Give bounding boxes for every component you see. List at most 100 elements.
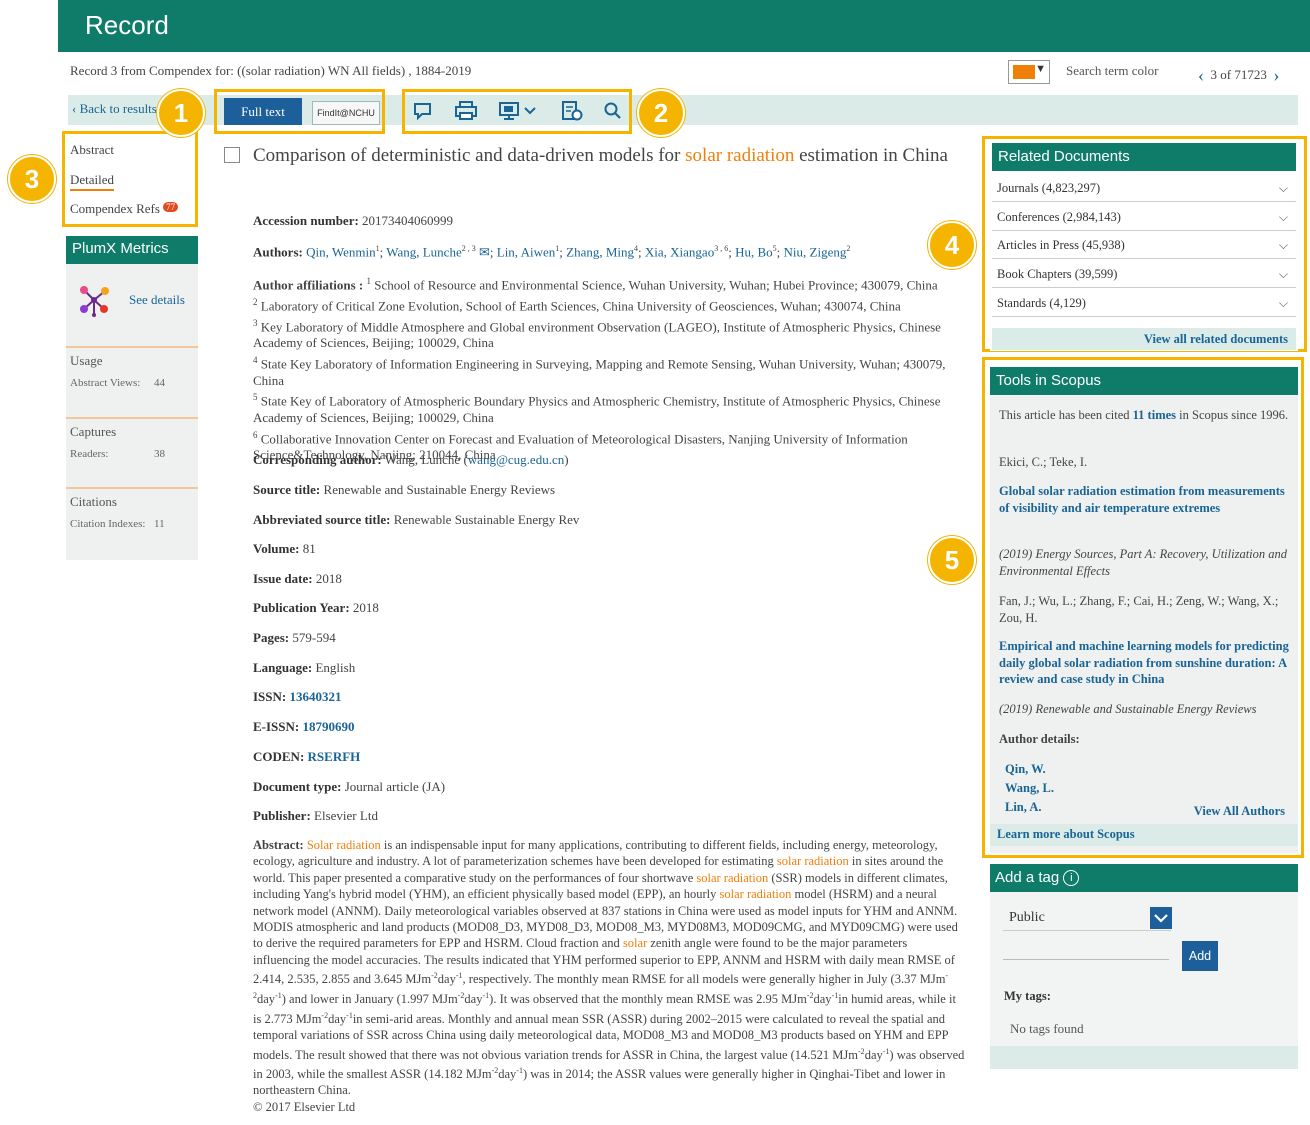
cited-doc-title-link[interactable]: Empirical and machine learning models fo… bbox=[999, 638, 1291, 688]
pages-field: Pages: 579-594 bbox=[253, 630, 336, 646]
info-icon[interactable]: i bbox=[1063, 870, 1080, 886]
select-value: Public bbox=[1009, 910, 1045, 925]
tools-title: Tools in Scopus bbox=[990, 367, 1298, 395]
field-value: 579-594 bbox=[292, 630, 336, 645]
abstract-segment: day bbox=[437, 972, 456, 987]
related-documents-title: Related Documents bbox=[992, 143, 1296, 171]
aff-num: 5 bbox=[253, 392, 258, 403]
view-all-authors-link[interactable]: View All Authors bbox=[1150, 803, 1285, 820]
callout-badge-2: 2 bbox=[637, 89, 685, 137]
author-sup: 2 , 3 bbox=[461, 244, 476, 253]
pager: ‹ 3 of 71723 › bbox=[1198, 63, 1279, 85]
cited-doc-source: (2019) Energy Sources, Part A: Recovery,… bbox=[999, 547, 1288, 578]
author-link[interactable]: Zhang, Ming bbox=[566, 244, 634, 259]
authors-field: Authors: Qin, Wenmin1; Wang, Lunche2 , 3… bbox=[253, 244, 851, 260]
field-label: Issue date: bbox=[253, 571, 313, 586]
related-row-articles-in-press[interactable]: Articles in Press (45,938) ⌵ bbox=[992, 231, 1296, 259]
cited-times-link[interactable]: 11 times bbox=[1133, 408, 1176, 422]
cited-pre: This article has been cited bbox=[999, 408, 1133, 422]
caret-down-icon: ▼ bbox=[1035, 63, 1046, 75]
nav-refs-label: Compendex Refs bbox=[70, 201, 160, 216]
authors-label: Authors: bbox=[253, 244, 303, 260]
my-tags-label: My tags: bbox=[1004, 989, 1051, 1003]
field-label: Abbreviated source title: bbox=[253, 512, 391, 527]
next-record-icon[interactable]: › bbox=[1273, 65, 1279, 85]
superscript: -2 bbox=[431, 971, 438, 981]
tag-input[interactable] bbox=[1003, 959, 1169, 960]
volume-field: Volume: 81 bbox=[253, 541, 316, 557]
title-text: Comparison of deterministic and data-dri… bbox=[253, 145, 686, 166]
author-link[interactable]: Niu, Zigeng bbox=[784, 244, 847, 259]
source-title-field: Source title: Renewable and Sustainable … bbox=[253, 482, 555, 498]
affiliation-text: Laboratory of Critical Zone Evolution, S… bbox=[260, 298, 901, 314]
author-sup: 2 bbox=[846, 244, 851, 253]
corresponding-close: ) bbox=[564, 452, 569, 467]
author-sup: 1 bbox=[375, 244, 380, 253]
issn-link[interactable]: 13640321 bbox=[290, 689, 342, 704]
back-to-results-link[interactable]: ‹ Back to results bbox=[72, 101, 157, 117]
select-record-checkbox[interactable] bbox=[224, 147, 240, 163]
chevron-down-icon[interactable] bbox=[1150, 907, 1172, 929]
color-swatch bbox=[1013, 65, 1035, 79]
related-row-label: Book Chapters (39,599) bbox=[997, 267, 1118, 281]
field-label: Volume: bbox=[253, 541, 300, 556]
coden-link[interactable]: RSERFH bbox=[308, 749, 361, 764]
plumx-panel: See details Usage Abstract Views: 44 Cap… bbox=[66, 236, 198, 560]
view-all-related-link[interactable]: View all related documents bbox=[992, 328, 1296, 350]
author-detail-link[interactable]: Wang, L. bbox=[1005, 780, 1125, 797]
abstract-body: Solar radiation is an indispensable inpu… bbox=[253, 838, 964, 1097]
abstract-segment: ). It was observed that the monthly mean… bbox=[489, 991, 807, 1006]
accession-value: 20173404060999 bbox=[362, 213, 454, 228]
email-icon[interactable]: ✉ bbox=[479, 244, 490, 259]
tag-footer bbox=[990, 1046, 1298, 1069]
field-label: E-ISSN: bbox=[253, 719, 300, 734]
author-link[interactable]: Qin, Wenmin bbox=[306, 244, 376, 259]
superscript: -1 bbox=[455, 971, 463, 981]
highlight-term: solar radiation bbox=[776, 854, 849, 869]
author-detail-link[interactable]: Lin, A. bbox=[1005, 799, 1125, 816]
email-link[interactable]: wang@cug.edu.cn bbox=[468, 452, 564, 467]
eissn-field: E-ISSN: 18790690 bbox=[253, 719, 355, 735]
callout-box-2 bbox=[402, 89, 632, 134]
related-row-label: Conferences (2,984,143) bbox=[997, 210, 1121, 224]
related-row-standards[interactable]: Standards (4,129) ⌵ bbox=[992, 289, 1296, 317]
author-sup: 1 bbox=[555, 244, 560, 253]
author-link[interactable]: Lin, Aiwen bbox=[497, 244, 556, 259]
author-link[interactable]: Wang, Lunche bbox=[386, 244, 461, 259]
cited-doc-title-link[interactable]: Global solar radiation estimation from m… bbox=[999, 483, 1291, 516]
nav-compendex-refs[interactable]: Compendex Refs 77 bbox=[70, 201, 179, 217]
language-field: Language: English bbox=[253, 660, 355, 676]
related-row-conferences[interactable]: Conferences (2,984,143) ⌵ bbox=[992, 203, 1296, 231]
search-term-color-picker[interactable]: ▼ bbox=[1008, 60, 1050, 84]
callout-badge-5: 5 bbox=[928, 536, 976, 584]
related-row-journals[interactable]: Journals (4,823,297) ⌵ bbox=[992, 174, 1296, 202]
captures-value: 38 bbox=[154, 448, 165, 460]
title-text-end: estimation in China bbox=[794, 145, 948, 166]
learn-more-scopus-link[interactable]: Learn more about Scopus bbox=[990, 824, 1298, 846]
tag-visibility-select[interactable]: Public bbox=[1003, 905, 1171, 931]
eissn-link[interactable]: 18790690 bbox=[303, 719, 355, 734]
chevron-down-icon: ⌵ bbox=[1278, 238, 1288, 252]
nav-detailed[interactable]: Detailed bbox=[70, 172, 115, 191]
abstract-segment: day bbox=[813, 991, 832, 1006]
affiliation-text: State Key Laboratory of Information Engi… bbox=[253, 356, 946, 388]
nav-abstract[interactable]: Abstract bbox=[70, 142, 114, 158]
author-detail-link[interactable]: Qin, W. bbox=[1005, 761, 1125, 778]
previous-record-icon[interactable]: ‹ bbox=[1198, 65, 1204, 85]
author-link[interactable]: Xia, Xiangao bbox=[645, 244, 714, 259]
accession-label: Accession number: bbox=[253, 213, 359, 228]
author-link[interactable]: Hu, Bo bbox=[735, 244, 773, 259]
see-details-link[interactable]: See details bbox=[129, 292, 185, 308]
add-tag-label: Add a tag bbox=[995, 869, 1060, 886]
author-sup: 4 bbox=[634, 244, 639, 253]
abstract-segment: day bbox=[464, 991, 483, 1006]
highlight-term: solar radiation bbox=[696, 870, 769, 885]
citations-metric: Citation Indexes: bbox=[70, 518, 146, 530]
affiliation-text: School of Resource and Environmental Sci… bbox=[374, 277, 938, 293]
plumx-logo-icon bbox=[76, 282, 112, 322]
author-affiliations: Author affiliations : 1 School of Resour… bbox=[253, 273, 963, 464]
related-row-book-chapters[interactable]: Book Chapters (39,599) ⌵ bbox=[992, 260, 1296, 288]
cited-doc-source: (2019) Renewable and Sustainable Energy … bbox=[999, 702, 1257, 716]
add-tag-button[interactable]: Add bbox=[1182, 941, 1218, 971]
field-label: CODEN: bbox=[253, 749, 305, 764]
